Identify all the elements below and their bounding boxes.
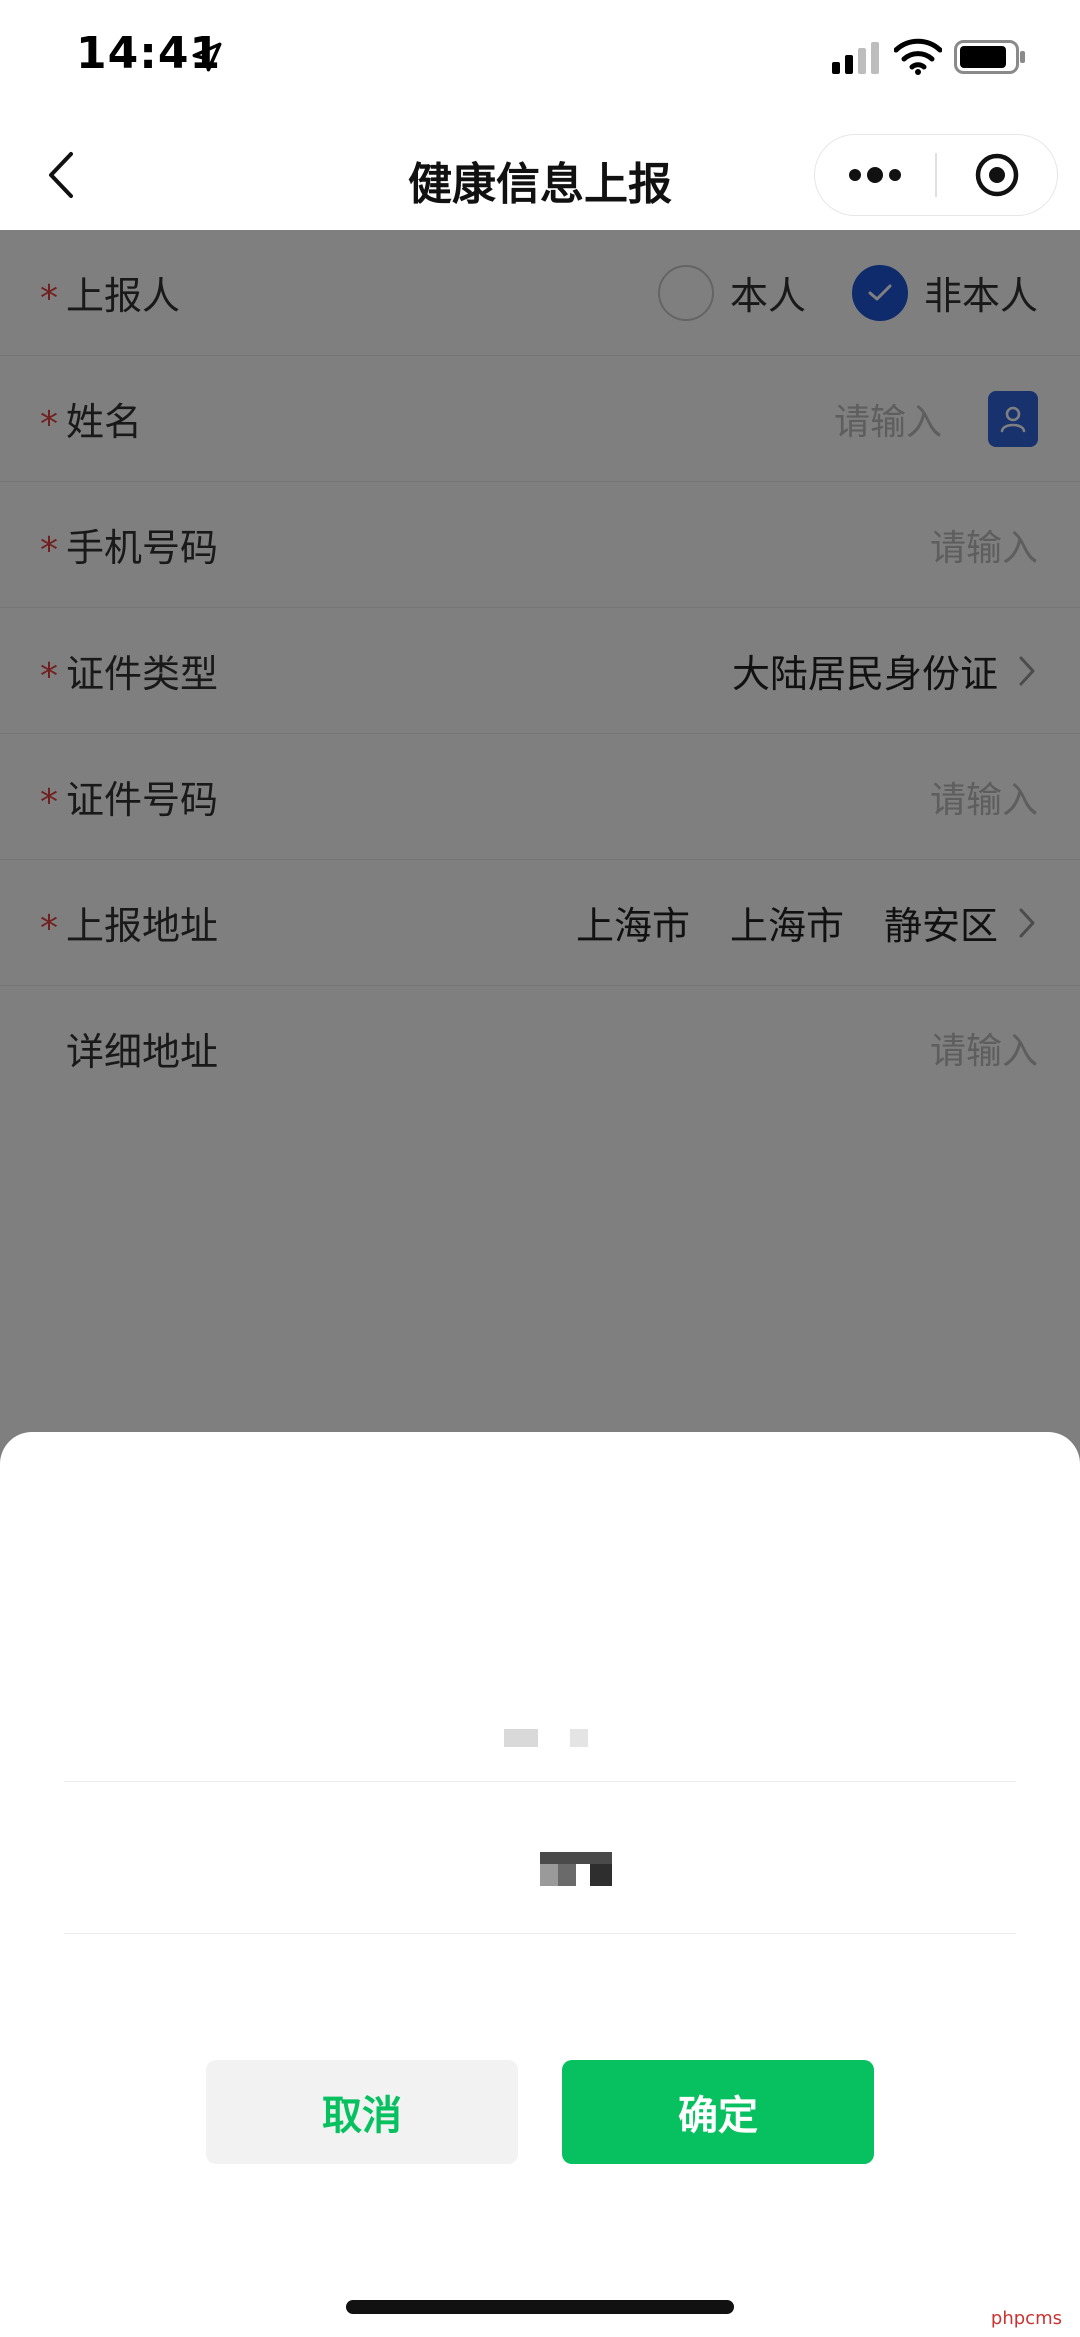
nav-bar: 健康信息上报 (0, 120, 1080, 230)
signal-icon (832, 42, 879, 74)
cancel-button[interactable]: 取消 (206, 2060, 518, 2164)
battery-icon (954, 40, 1025, 74)
location-arrow-icon (192, 42, 222, 72)
picker-item-blurred[interactable] (504, 1729, 588, 1747)
back-button[interactable] (30, 145, 90, 205)
more-button[interactable] (815, 135, 935, 215)
confirm-button[interactable]: 确定 (562, 2060, 874, 2164)
chevron-left-icon (49, 152, 73, 198)
picker-divider (64, 1781, 1016, 1782)
picker-divider (64, 1933, 1016, 1934)
picker-wheel[interactable] (64, 1547, 1016, 1934)
target-close-icon (975, 153, 1019, 197)
watermark: phpcms (990, 2308, 1062, 2329)
bottom-sheet: 取消 确定 phpcms (0, 1432, 1080, 2337)
more-dots-icon (849, 167, 901, 183)
screen: 14:41 健康信息上报 取消 确定 phpcms (0, 0, 1080, 2337)
picker-item-selected-blurred[interactable] (540, 1852, 612, 1886)
home-indicator[interactable] (346, 2300, 734, 2314)
close-miniprogram-button[interactable] (937, 135, 1057, 215)
status-bar: 14:41 (0, 0, 1080, 120)
wifi-icon (894, 38, 942, 75)
menu-capsule (814, 134, 1058, 216)
